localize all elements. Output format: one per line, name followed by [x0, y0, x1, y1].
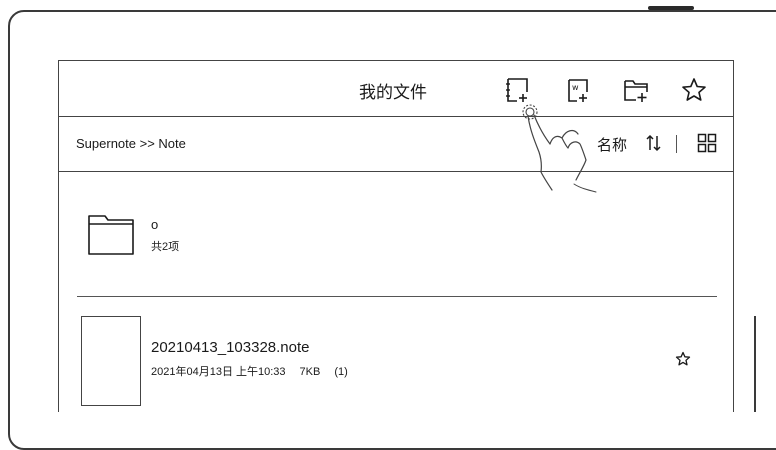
- file-page-count: (1): [334, 366, 348, 378]
- new-folder-icon[interactable]: [621, 75, 651, 105]
- sort-arrows-icon[interactable]: [645, 133, 663, 153]
- breadcrumb[interactable]: Supernote >> Note: [76, 136, 186, 151]
- list-item-folder[interactable]: o 共2项: [59, 172, 733, 296]
- toolbar-separator: [676, 135, 677, 153]
- new-note-icon[interactable]: [503, 75, 533, 105]
- file-meta: 2021年04月13日 上午10:33 7KB (1): [151, 363, 362, 379]
- svg-text:w: w: [572, 83, 579, 92]
- new-document-icon[interactable]: w: [563, 75, 593, 105]
- sort-label[interactable]: 名称: [597, 134, 627, 155]
- file-size: 7KB: [299, 366, 321, 378]
- device-edge: [754, 316, 756, 412]
- list-item-file[interactable]: 20210413_103328.note 2021年04月13日 上午10:33…: [59, 297, 733, 417]
- file-manager-screen: 我的文件 w Supernote >> Note 名称 o 共2项 202104…: [58, 60, 734, 412]
- file-name: 20210413_103328.note: [151, 339, 310, 356]
- folder-icon: [87, 212, 135, 256]
- folder-item-count: 共2项: [151, 241, 180, 253]
- grid-view-icon[interactable]: [697, 133, 717, 153]
- star-outline-icon[interactable]: [675, 351, 691, 367]
- page-title: 我的文件: [359, 83, 427, 102]
- file-date: 2021年04月13日 上午10:33: [151, 366, 286, 378]
- star-icon[interactable]: [679, 75, 709, 105]
- title-bar: 我的文件 w: [59, 61, 733, 117]
- note-thumbnail: [81, 316, 141, 406]
- power-button: [648, 6, 694, 10]
- folder-name: o: [151, 217, 159, 232]
- path-bar: Supernote >> Note 名称: [59, 117, 733, 172]
